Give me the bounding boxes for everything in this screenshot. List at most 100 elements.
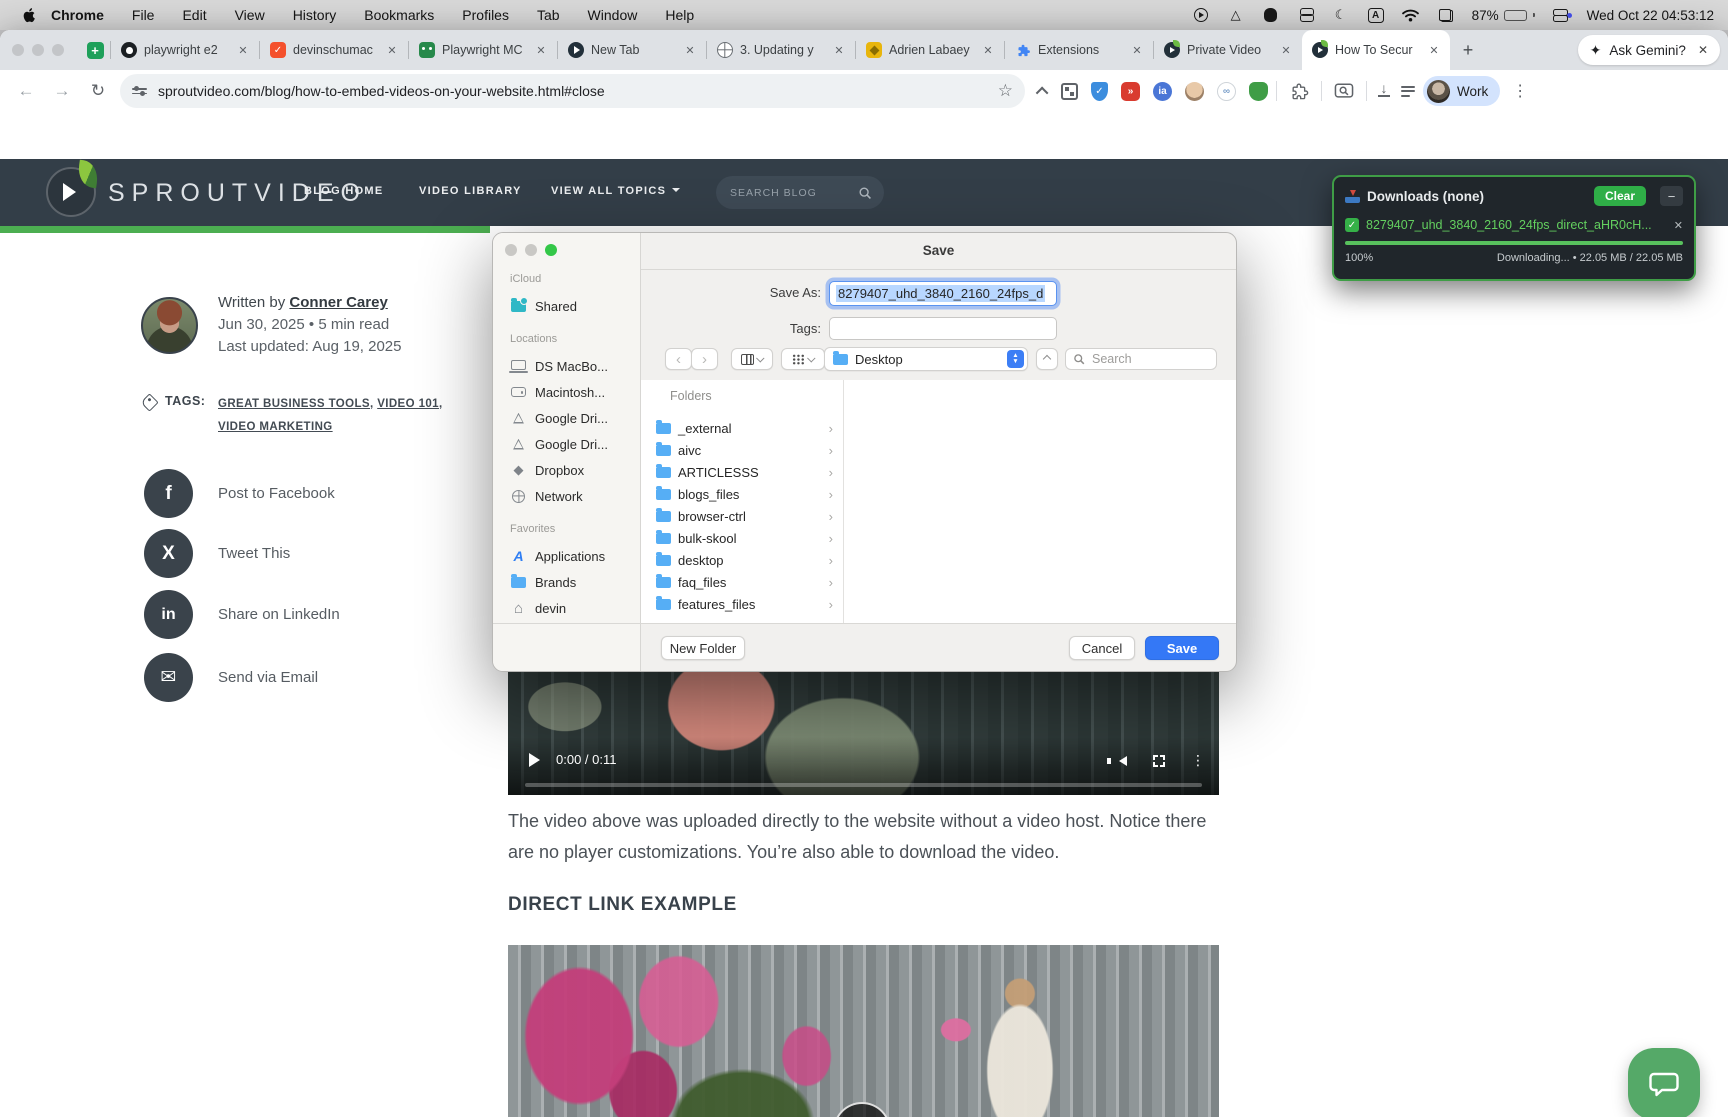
tag-video-101[interactable]: VIDEO 101 <box>377 398 439 410</box>
ask-gemini-chip[interactable]: ✦ Ask Gemini? ✕ <box>1578 35 1720 65</box>
sidebar-item-macintosh-hd[interactable]: Macintosh... <box>510 379 640 405</box>
folder-row-faq-files[interactable]: faq_files› <box>641 571 843 593</box>
close-tab-icon[interactable]: ✕ <box>235 42 251 58</box>
menu-tab[interactable]: Tab <box>537 7 560 23</box>
blog-search-input[interactable] <box>728 186 858 200</box>
screen-mirroring-icon[interactable] <box>1192 7 1210 23</box>
menu-help[interactable]: Help <box>665 7 694 23</box>
sidebar-item-google-drive-2[interactable]: Google Dri... <box>510 431 640 457</box>
tab-playwright[interactable]: playwright e2 ✕ <box>111 33 259 67</box>
facebook-share-button[interactable]: f <box>144 469 193 518</box>
sidebar-item-brands[interactable]: Brands <box>510 569 640 595</box>
reading-list-icon[interactable] <box>1401 86 1415 97</box>
sidebar-item-dropbox[interactable]: ◆Dropbox <box>510 457 640 483</box>
password-shield-extension-icon[interactable]: ✓ <box>1091 82 1108 101</box>
minimize-popup-button[interactable]: − <box>1660 186 1683 206</box>
dialog-search-field[interactable] <box>1065 348 1217 370</box>
expand-button[interactable] <box>1036 348 1058 370</box>
clear-downloads-button[interactable]: Clear <box>1594 186 1646 206</box>
chat-widget-button[interactable] <box>1628 1048 1700 1117</box>
column-view-button[interactable] <box>731 348 773 370</box>
red-extension-icon[interactable]: » <box>1121 82 1140 101</box>
sidebar-item-applications[interactable]: AApplications <box>510 543 640 569</box>
folder-row-desktop[interactable]: desktop› <box>641 549 843 571</box>
location-select[interactable]: Desktop ▲▼ <box>824 347 1028 371</box>
close-tab-icon[interactable]: ✕ <box>682 42 698 58</box>
stacked-status-icon[interactable] <box>1297 7 1315 23</box>
sidebar-item-google-drive-1[interactable]: Google Dri... <box>510 405 640 431</box>
battery-indicator[interactable]: 87% <box>1472 8 1535 23</box>
close-tab-icon[interactable]: ✕ <box>1426 42 1442 58</box>
dialog-close-button[interactable] <box>505 244 517 256</box>
email-share-label[interactable]: Send via Email <box>218 669 318 686</box>
nav-blog-home[interactable]: BLOG HOME <box>304 185 384 197</box>
dialog-search-input[interactable] <box>1090 351 1190 367</box>
video-progress-track[interactable] <box>525 783 1202 787</box>
linkedin-share-button[interactable]: in <box>144 590 193 639</box>
tag-video-marketing[interactable]: VIDEO MARKETING <box>218 421 333 433</box>
avatar-extension-icon[interactable] <box>1185 82 1204 101</box>
dialog-back-button[interactable]: ‹ <box>665 348 692 370</box>
sidebar-item-shared[interactable]: Shared <box>510 293 640 319</box>
blog-search[interactable] <box>716 176 884 209</box>
download-filename[interactable]: 8279407_uhd_3840_2160_24fps_direct_aHR0c… <box>1366 218 1667 232</box>
email-share-button[interactable]: ✉ <box>144 653 193 702</box>
embedded-video-player[interactable]: 0:00 / 0:11 ⋮ <box>508 669 1219 795</box>
minimize-window-button[interactable] <box>32 44 44 56</box>
address-bar[interactable]: sproutvideo.com/blog/how-to-embed-videos… <box>120 74 1025 108</box>
folder-row-features-files[interactable]: features_files› <box>641 593 843 615</box>
close-tab-icon[interactable]: ✕ <box>533 42 549 58</box>
window-manager-icon[interactable] <box>1437 7 1455 23</box>
url-text[interactable]: sproutvideo.com/blog/how-to-embed-videos… <box>158 83 988 99</box>
menu-file[interactable]: File <box>132 7 155 23</box>
direct-link-video[interactable] <box>508 945 1219 1117</box>
reload-button[interactable]: ↻ <box>84 77 112 105</box>
new-tab-button[interactable]: + <box>1454 36 1482 64</box>
new-folder-button[interactable]: New Folder <box>661 636 745 660</box>
close-window-button[interactable] <box>12 44 24 56</box>
profile-chip[interactable]: Work <box>1423 76 1500 106</box>
x-share-button[interactable]: X <box>144 529 193 578</box>
qr-extension-icon[interactable] <box>1061 83 1078 100</box>
folder-row-blogs-files[interactable]: blogs_files› <box>641 483 843 505</box>
dialog-forward-button[interactable]: › <box>691 348 718 370</box>
extensions-puzzle-icon[interactable] <box>1285 77 1313 105</box>
silhouette-status-icon[interactable] <box>1262 7 1280 23</box>
tab-playwright-mcp[interactable]: Playwright MC ✕ <box>409 33 557 67</box>
shortcuts-icon[interactable]: △ <box>1227 7 1245 23</box>
menu-chrome[interactable]: Chrome <box>51 7 104 23</box>
group-view-button[interactable] <box>781 348 825 370</box>
folder-row-articlesss[interactable]: ARTICLESSS› <box>641 461 843 483</box>
close-tab-icon[interactable]: ✕ <box>1278 42 1294 58</box>
zoom-window-button[interactable] <box>52 44 64 56</box>
site-settings-icon[interactable] <box>132 88 148 95</box>
back-button[interactable]: ← <box>12 77 40 105</box>
play-icon[interactable] <box>529 753 540 767</box>
dialog-window-controls[interactable] <box>505 244 557 256</box>
download-item[interactable]: ✓ 8279407_uhd_3840_2160_24fps_direct_aHR… <box>1345 218 1683 232</box>
close-tab-icon[interactable]: ✕ <box>384 42 400 58</box>
mask-extension-icon[interactable] <box>1249 82 1268 101</box>
downloads-toolbar-icon[interactable]: ↓ <box>1375 82 1393 100</box>
tab-updating[interactable]: 3. Updating y ✕ <box>707 33 855 67</box>
tab-new-tab[interactable]: New Tab ✕ <box>558 33 706 67</box>
close-tab-icon[interactable]: ✕ <box>831 42 847 58</box>
close-tab-icon[interactable]: ✕ <box>980 42 996 58</box>
folder-row-bulk-skool[interactable]: bulk-skool› <box>641 527 843 549</box>
linkedin-share-label[interactable]: Share on LinkedIn <box>218 606 340 623</box>
dismiss-gemini-icon[interactable]: ✕ <box>1698 43 1708 57</box>
folder-row-external[interactable]: _external› <box>641 417 843 439</box>
chrome-menu-kebab-icon[interactable]: ⋮ <box>1508 81 1532 101</box>
big-play-button[interactable] <box>833 1102 891 1117</box>
tab-search-icon[interactable] <box>1330 77 1358 105</box>
menubar-clock[interactable]: Wed Oct 22 04:53:12 <box>1587 8 1714 23</box>
folder-row-browser-ctrl[interactable]: browser-ctrl› <box>641 505 843 527</box>
remove-download-icon[interactable]: ✕ <box>1674 219 1683 232</box>
tab-extensions[interactable]: Extensions ✕ <box>1005 33 1153 67</box>
sidebar-item-macbook[interactable]: DS MacBo... <box>510 353 640 379</box>
blue-extension-icon[interactable]: ia <box>1153 82 1172 101</box>
collapse-extensions-icon[interactable] <box>1036 86 1049 99</box>
tab-adrien[interactable]: Adrien Labaey ✕ <box>856 33 1004 67</box>
save-button[interactable]: Save <box>1145 636 1219 660</box>
save-as-field[interactable]: 8279407_uhd_3840_2160_24fps_d <box>829 281 1057 306</box>
